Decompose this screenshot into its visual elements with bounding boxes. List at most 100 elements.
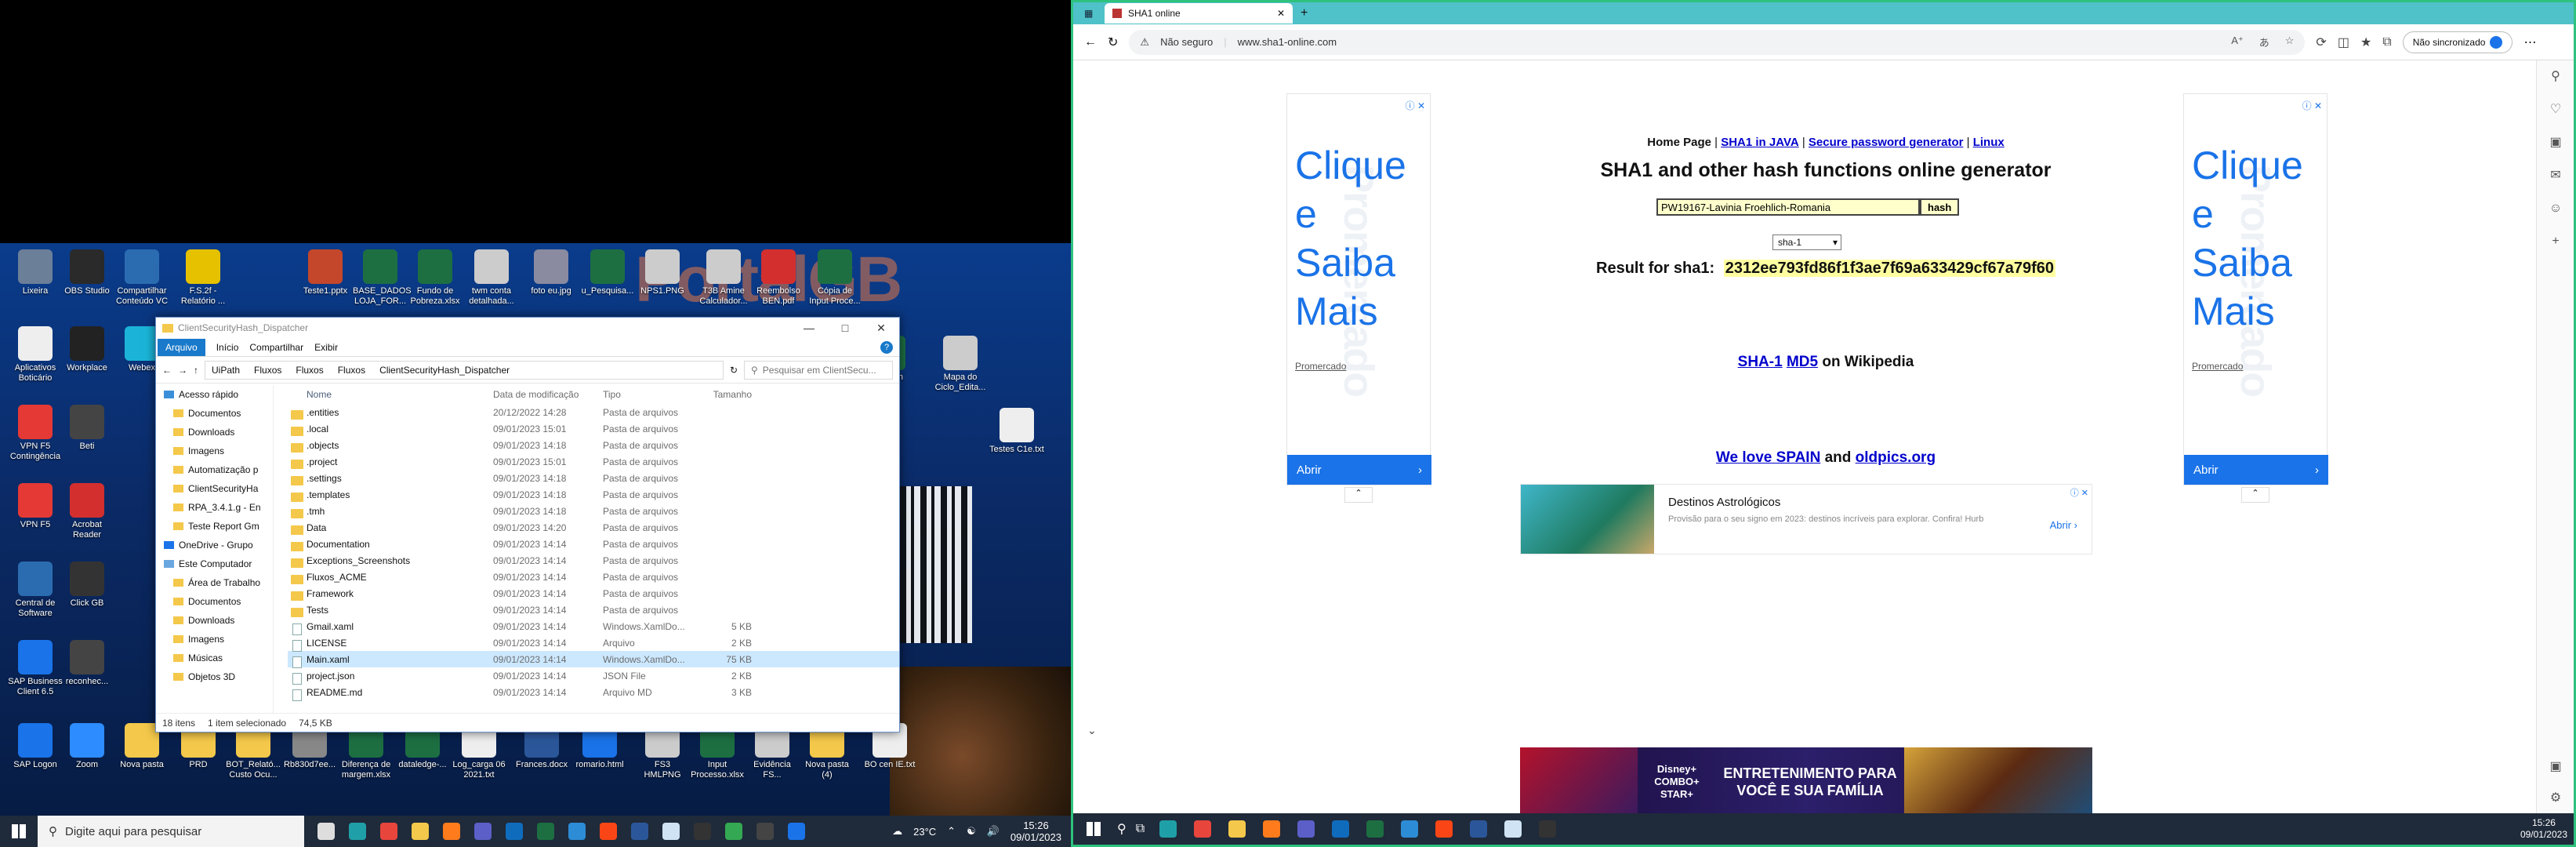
nav-linux-link[interactable]: Linux xyxy=(1973,136,2005,149)
add-icon[interactable]: + xyxy=(2537,225,2574,258)
split-screen-icon[interactable]: ◫ xyxy=(2338,35,2349,50)
column-header-size[interactable]: Tamanho xyxy=(697,389,752,400)
ad-close-icon[interactable]: ⓘ ✕ xyxy=(2302,99,2322,112)
explorer-icon[interactable] xyxy=(1223,815,1251,843)
uipath-icon[interactable] xyxy=(594,817,622,845)
obs-icon[interactable] xyxy=(751,817,779,845)
nav-item-documentos[interactable]: Documentos xyxy=(156,592,273,611)
algorithm-select[interactable]: sha-1 ▾ xyxy=(1772,234,1841,250)
warning-icon[interactable]: ⚠ xyxy=(1140,36,1149,49)
taskbar-clock[interactable]: 15:26 09/01/2023 xyxy=(1010,820,1061,843)
nav-java-link[interactable]: SHA1 in JAVA xyxy=(1721,136,1798,149)
file-row[interactable]: .project 09/01/2023 15:01 Pasta de arquivo… xyxy=(288,453,899,470)
refresh-icon[interactable]: ↻ xyxy=(1108,35,1118,50)
new-tab-icon[interactable]: + xyxy=(1301,6,1308,20)
nav-item-objetos-3d[interactable]: Objetos 3D xyxy=(156,667,273,686)
shopping-icon[interactable]: ♡ xyxy=(2537,93,2574,126)
notepad-icon[interactable] xyxy=(657,817,685,845)
desktop-icon-reembolso-ben-pdf[interactable]: Reembolso BEN.pdf xyxy=(751,249,806,307)
help-icon[interactable]: ? xyxy=(880,340,893,354)
up-arrow-icon[interactable]: ↑ xyxy=(194,365,198,376)
desktop-icon-fundo-de-pobreza-xlsx[interactable]: Fundo de Pobreza.xlsx xyxy=(408,249,463,307)
desktop-icon-vpn-f5[interactable]: VPN F5 xyxy=(8,483,63,530)
explorer-address-bar[interactable]: UiPath Fluxos Fluxos Fluxos ClientSecuri… xyxy=(205,360,724,380)
games-icon[interactable]: ☺ xyxy=(2537,192,2574,225)
read-aloud-icon[interactable]: A⁺ xyxy=(2231,35,2244,49)
desktop-icon-u-pesquisa[interactable]: u_Pesquisa... xyxy=(580,249,635,296)
desktop-icon-teste1-pptx[interactable]: Teste1.pptx xyxy=(298,249,353,296)
file-row[interactable]: LICENSE 09/01/2023 14:14 Arquivo 2 KB xyxy=(288,634,899,652)
favorites-icon[interactable]: ★ xyxy=(2360,35,2371,50)
collections-icon[interactable]: ⧉ xyxy=(2382,35,2391,49)
search-icon[interactable]: ⚲ xyxy=(1117,821,1127,837)
windows-start-icon[interactable] xyxy=(1079,815,1108,843)
search-icon[interactable]: ⚲ xyxy=(2537,60,2574,93)
ribbon-tab-arquivo[interactable]: Arquivo xyxy=(158,338,205,356)
ribbon-tab-exibir[interactable]: Exibir xyxy=(314,342,338,353)
vscode-icon[interactable] xyxy=(563,817,591,845)
excel-icon[interactable] xyxy=(1361,815,1389,843)
desktop-icon-central-de-software[interactable]: Central de Software xyxy=(8,562,63,619)
network-icon[interactable]: ☯ xyxy=(967,825,976,838)
uipath-icon[interactable] xyxy=(1430,815,1458,843)
explorer-search-input[interactable]: ⚲ Pesquisar em ClientSecu... xyxy=(744,360,893,380)
close-button[interactable]: ✕ xyxy=(863,322,899,335)
nav-item-musicas[interactable]: Músicas xyxy=(156,649,273,667)
chrome-icon[interactable] xyxy=(375,817,403,845)
nav-item-area-de-trabalho[interactable]: Área de Trabalho xyxy=(156,573,273,592)
desktop-icon-mapa-do-ciclo-edita[interactable]: Mapa do Ciclo_Edita... xyxy=(933,336,988,393)
url-text[interactable]: www.sha1-online.com xyxy=(1238,36,1337,48)
nav-item-teste-report-gm[interactable]: Teste Report Gm xyxy=(156,517,273,536)
outlook-icon[interactable]: ✉ xyxy=(2537,159,2574,192)
screenshot-icon[interactable]: ▣ xyxy=(2537,751,2574,783)
hash-button[interactable]: hash xyxy=(1920,198,1960,216)
nav-item-rpa-3-4-1-g-en[interactable]: RPA_3.4.1.g - En xyxy=(156,498,273,517)
nav-item-onedrive-grupo[interactable]: OneDrive - Grupo xyxy=(156,536,273,554)
task-view-icon[interactable]: ⧉ xyxy=(1136,822,1145,836)
file-row[interactable]: README.md 09/01/2023 14:14 Arquivo MD 3 KB xyxy=(288,684,899,701)
file-row[interactable]: .objects 09/01/2023 14:18 Pasta de arquivo… xyxy=(288,437,899,453)
minimize-button[interactable]: — xyxy=(791,322,827,335)
breadcrumb-item[interactable]: Fluxos xyxy=(254,365,281,376)
nav-item-documentos[interactable]: Documentos xyxy=(156,404,273,423)
file-row[interactable]: .local 09/01/2023 15:01 Pasta de arquivos xyxy=(288,420,899,437)
ribbon-tab-compartilhar[interactable]: Compartilhar xyxy=(249,342,303,353)
breadcrumb-item[interactable]: UiPath xyxy=(212,365,240,376)
file-row[interactable]: Main.xaml 09/01/2023 14:14 Windows.XamlDo.… xyxy=(288,651,899,668)
firefox-icon[interactable] xyxy=(437,817,466,845)
back-arrow-icon[interactable]: ← xyxy=(162,365,172,376)
desktop-icon-vpn-f5-contingencia[interactable]: VPN F5 Contingência xyxy=(8,405,63,462)
notepad-icon[interactable] xyxy=(1499,815,1527,843)
result-value[interactable]: 2312ee793fd86f1f3ae7f69a633429cf67a79f60 xyxy=(1723,260,2055,277)
nav-item-acesso-rapido[interactable]: Acesso rápido xyxy=(156,385,273,404)
excel-icon[interactable] xyxy=(532,817,560,845)
photos-icon[interactable] xyxy=(782,817,811,845)
file-row[interactable]: .tmh 09/01/2023 14:18 Pasta de arquivos xyxy=(288,503,899,519)
nav-item-imagens[interactable]: Imagens xyxy=(156,630,273,649)
desktop-icon-copia-de-input-proce[interactable]: Cópia de Input Proce... xyxy=(807,249,862,307)
tray-chevron-icon[interactable]: ⌃ xyxy=(947,825,956,838)
desktop-icon-click-gb[interactable]: Click GB xyxy=(60,562,114,609)
banner-ad-middle[interactable]: Destinos Astrológicos Provisão para o se… xyxy=(1520,484,2092,554)
nav-item-automatizacao-p[interactable]: Automatização p xyxy=(156,460,273,479)
file-row[interactable]: .settings 09/01/2023 14:18 Pasta de arquiv… xyxy=(288,470,899,486)
teams-icon[interactable] xyxy=(1292,815,1320,843)
file-row[interactable]: .entities 20/12/2022 14:28 Pasta de arquiv… xyxy=(288,404,899,420)
column-header-type[interactable]: Tipo xyxy=(603,389,697,400)
desktop-icon-nps1-png[interactable]: NPS1.PNG xyxy=(635,249,690,296)
ad-sponsor-link[interactable]: Promercado xyxy=(1295,361,1346,372)
word-icon[interactable] xyxy=(626,817,654,845)
file-row[interactable]: Tests 09/01/2023 14:14 Pasta de arquivos xyxy=(288,602,899,618)
taskbar-search-input[interactable]: ⚲ Digite aqui para pesquisar xyxy=(38,816,304,847)
sha1-wiki-link[interactable]: SHA-1 xyxy=(1738,354,1783,370)
refresh-icon[interactable]: ↻ xyxy=(730,365,738,376)
browser-tab[interactable]: SHA1 online ✕ xyxy=(1105,3,1293,24)
file-row[interactable]: Framework 09/01/2023 14:14 Pasta de arquiv… xyxy=(288,585,899,602)
back-arrow-icon[interactable]: ← xyxy=(1084,35,1097,49)
hash-text-input[interactable] xyxy=(1656,198,1920,216)
ad-close-icon[interactable]: ⓘ ✕ xyxy=(1406,99,1425,112)
nav-item-downloads[interactable]: Downloads xyxy=(156,423,273,442)
file-row[interactable]: Data 09/01/2023 14:20 Pasta de arquivos xyxy=(288,519,899,536)
ad-open-button[interactable]: Abrir › xyxy=(2184,455,2328,485)
file-row[interactable]: Documentation 09/01/2023 14:14 Pasta de ar… xyxy=(288,536,899,552)
